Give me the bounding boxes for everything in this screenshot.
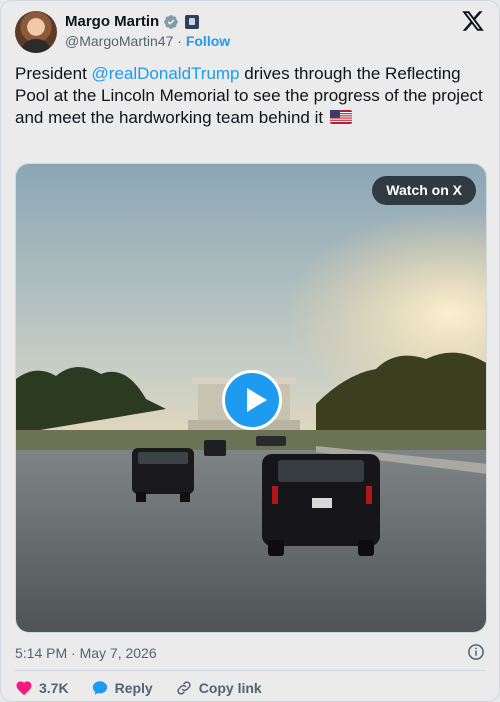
tweet-timestamp[interactable]: 5:14 PM · May 7, 2026 (15, 645, 157, 661)
info-icon[interactable] (467, 643, 485, 661)
link-icon (177, 681, 191, 695)
reply-button[interactable]: Reply (91, 679, 153, 697)
divider (15, 670, 485, 671)
tweet-text: President @realDonaldTrump drives throug… (15, 63, 485, 129)
avatar[interactable] (15, 11, 57, 53)
handle-row: @MargoMartin47 · Follow (65, 33, 230, 49)
follow-button[interactable]: Follow (186, 33, 230, 49)
author-name[interactable]: Margo Martin (65, 13, 159, 30)
heart-icon (16, 681, 32, 696)
x-logo-icon[interactable] (461, 9, 485, 33)
reply-label: Reply (114, 680, 153, 696)
like-button[interactable]: 3.7K (15, 679, 69, 697)
tweet-card: Margo Martin @MargoMartin47 · Follow Pre… (0, 0, 500, 702)
tweet-header: Margo Martin @MargoMartin47 · Follow (15, 9, 485, 53)
copy-link-label: Copy link (198, 680, 262, 696)
tweet-text-before: President (15, 64, 92, 83)
action-bar: 3.7K Reply Copy link (15, 679, 262, 697)
separator-dot: · (177, 33, 182, 49)
verified-badge-icon (164, 14, 179, 29)
copy-link-button[interactable]: Copy link (175, 679, 262, 697)
mention-link[interactable]: @realDonaldTrump (92, 64, 240, 83)
us-flag-emoji-icon (329, 110, 352, 124)
watch-on-x-button[interactable]: Watch on X (372, 176, 476, 205)
reply-icon (92, 681, 107, 695)
author-handle[interactable]: @MargoMartin47 (65, 33, 173, 49)
affiliation-badge-icon (185, 14, 200, 29)
video-player[interactable]: Watch on X (15, 163, 487, 633)
play-icon[interactable] (222, 370, 282, 430)
author-name-row: Margo Martin (65, 13, 200, 30)
likes-count: 3.7K (39, 680, 69, 696)
